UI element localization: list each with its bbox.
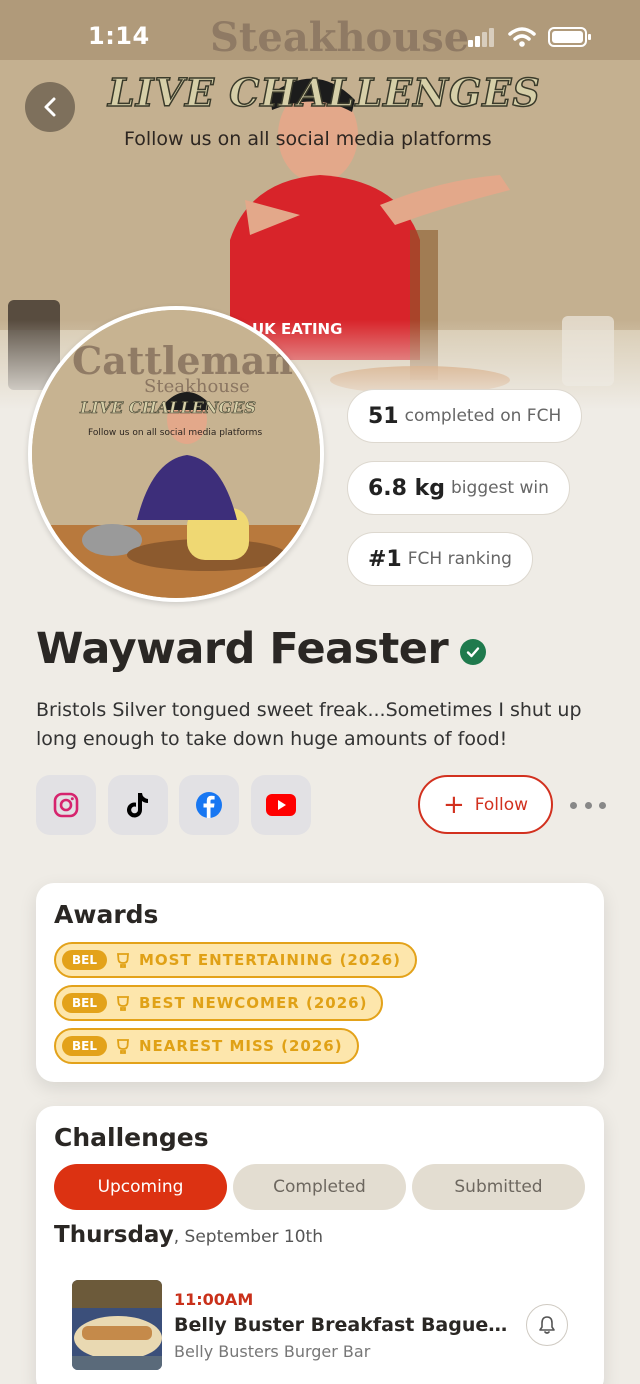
profile-bio: Bristols Silver tongued sweet freak...So… xyxy=(36,699,582,750)
stat-label: FCH ranking xyxy=(407,549,512,569)
profile-name-row: Wayward Feaster xyxy=(36,624,487,674)
dot-icon xyxy=(599,801,606,809)
award-badge: BEL MOST ENTERTAINING (2026) xyxy=(54,942,418,978)
reminder-button[interactable] xyxy=(526,1304,568,1346)
day-name: Thursday xyxy=(54,1222,174,1248)
hero-poster-subtitle: Follow us on all social media platforms xyxy=(124,128,492,150)
tiktok-button[interactable] xyxy=(108,775,168,835)
stat-label: completed on FCH xyxy=(404,406,562,426)
avatar-poster-heading: LIVE CHALLENGES xyxy=(80,398,257,418)
tab-submitted[interactable]: Submitted xyxy=(412,1164,585,1210)
bell-icon xyxy=(539,1316,555,1334)
tiktok-icon xyxy=(127,793,148,818)
instagram-button[interactable] xyxy=(36,775,96,835)
youtube-icon xyxy=(266,794,296,816)
award-tag: BEL xyxy=(62,993,107,1013)
event-venue: Belly Busters Burger Bar xyxy=(174,1342,371,1361)
day-date: , September 10th xyxy=(173,1227,323,1247)
youtube-button[interactable] xyxy=(251,775,311,835)
stat-ranking: #1 FCH ranking xyxy=(347,532,533,586)
instagram-icon xyxy=(53,792,79,818)
stat-label: biggest win xyxy=(451,478,549,498)
trophy-icon xyxy=(115,952,131,968)
award-label: MOST ENTERTAINING (2026) xyxy=(139,951,402,969)
wifi-icon xyxy=(508,27,536,47)
tab-upcoming[interactable]: Upcoming xyxy=(54,1164,227,1210)
status-bar: 1:14 xyxy=(0,0,640,80)
facebook-button[interactable] xyxy=(179,775,239,835)
stat-value: 51 xyxy=(368,403,399,429)
award-label: NEAREST MISS (2026) xyxy=(139,1037,343,1055)
plus-icon: + xyxy=(442,789,465,820)
challenges-title: Challenges xyxy=(54,1123,209,1152)
dot-icon xyxy=(570,801,577,809)
stat-value: #1 xyxy=(368,546,402,572)
challenges-card: Challenges Upcoming Completed Submitted … xyxy=(36,1106,604,1384)
event-title[interactable]: Belly Buster Breakfast Baguette C... xyxy=(174,1314,514,1336)
chevron-left-icon xyxy=(44,97,56,117)
stat-value: 6.8 kg xyxy=(368,475,446,501)
signal-icon xyxy=(468,28,494,47)
verified-badge-icon xyxy=(460,639,487,665)
award-label: BEST NEWCOMER (2026) xyxy=(139,994,368,1012)
more-options-button[interactable] xyxy=(570,790,606,820)
avatar-poster-line: Follow us on all social media platforms xyxy=(88,428,263,438)
award-tag: BEL xyxy=(62,950,107,970)
awards-title: Awards xyxy=(54,900,159,929)
follow-button[interactable]: + Follow xyxy=(418,775,553,834)
facebook-icon xyxy=(196,792,222,818)
avatar-poster-sub: Steakhouse xyxy=(144,376,250,397)
back-button[interactable] xyxy=(25,82,75,132)
event-time: 11:00AM xyxy=(174,1290,254,1309)
stat-biggest-win: 6.8 kg biggest win xyxy=(347,461,570,515)
stat-completed: 51 completed on FCH xyxy=(347,389,583,443)
status-time: 1:14 xyxy=(88,22,150,50)
trophy-icon xyxy=(115,995,131,1011)
trophy-icon xyxy=(115,1038,131,1054)
profile-name: Wayward Feaster xyxy=(36,624,449,674)
profile-avatar: Cattleman's Steakhouse LIVE CHALLENGES F… xyxy=(28,306,324,602)
event-thumbnail[interactable] xyxy=(72,1280,162,1370)
status-icons xyxy=(468,26,592,48)
awards-card: Awards BEL MOST ENTERTAINING (2026) BEL … xyxy=(36,883,604,1082)
award-badge: BEL BEST NEWCOMER (2026) xyxy=(54,985,384,1021)
award-tag: BEL xyxy=(62,1036,107,1056)
dot-icon xyxy=(584,801,592,809)
follow-label: Follow xyxy=(474,794,529,815)
tab-completed[interactable]: Completed xyxy=(233,1164,406,1210)
award-badge: BEL NEAREST MISS (2026) xyxy=(54,1028,359,1064)
day-heading: Thursday, September 10th xyxy=(54,1222,323,1248)
battery-icon xyxy=(548,27,591,47)
